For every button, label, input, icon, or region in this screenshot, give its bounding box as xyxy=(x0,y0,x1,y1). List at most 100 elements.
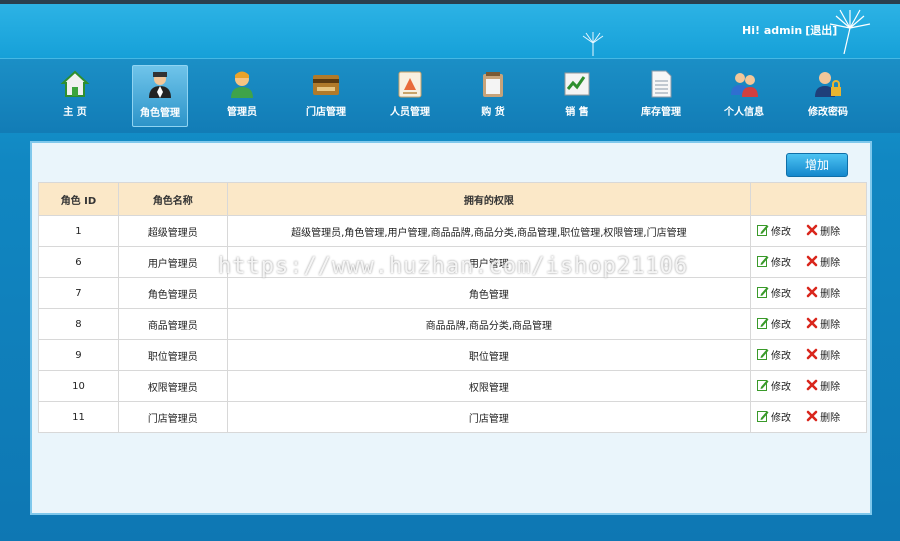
user-greeting: Hi! admin [退出] xyxy=(742,22,837,38)
delete-icon xyxy=(806,255,818,267)
nav-label: 角色管理 xyxy=(140,108,180,119)
delete-button[interactable]: 删除 xyxy=(806,223,840,238)
edit-label: 修改 xyxy=(770,412,791,424)
watermark-text: https://www.huzhan.com/ishop21106 xyxy=(218,254,689,279)
delete-icon xyxy=(806,379,818,391)
role-id: 8 xyxy=(75,318,82,330)
edit-button[interactable]: 修改 xyxy=(756,223,791,238)
store-icon xyxy=(313,75,339,95)
role-permissions-cell: 超级管理员,角色管理,用户管理,商品品牌,商品分类,商品管理,职位管理,权限管理… xyxy=(226,215,751,247)
edit-label: 修改 xyxy=(770,226,791,238)
edit-button[interactable]: 修改 xyxy=(756,254,791,269)
role-permissions: 角色管理 xyxy=(468,289,509,301)
table-row: 7 角色管理员 角色管理 修改 删除 xyxy=(38,277,868,309)
nav-label: 主 页 xyxy=(63,107,87,118)
delete-button[interactable]: 删除 xyxy=(806,254,840,269)
top-strip xyxy=(0,0,900,4)
table-row: 10 权限管理员 权限管理 修改 删除 xyxy=(38,370,868,402)
staff-icon xyxy=(398,71,422,98)
edit-button[interactable]: 修改 xyxy=(756,409,791,424)
role-name: 门店管理员 xyxy=(147,413,198,425)
edit-button[interactable]: 修改 xyxy=(756,285,791,300)
edit-icon xyxy=(756,349,769,361)
role-permissions: 权限管理 xyxy=(468,382,509,394)
row-actions: 修改 删除 xyxy=(749,370,868,402)
edit-icon xyxy=(756,318,769,330)
delete-label: 删除 xyxy=(820,288,841,300)
delete-button[interactable]: 删除 xyxy=(806,347,840,362)
nav-item-store[interactable]: 门店管理 xyxy=(299,65,353,125)
nav-label: 个人信息 xyxy=(724,107,764,118)
main-nav: 主 页 角色管理 管理员 门店管理 人员管理 购 货 销 售 库存管理 个人信息… xyxy=(0,58,900,133)
role-id: 11 xyxy=(72,411,85,423)
role-permissions: 职位管理 xyxy=(468,351,509,363)
table-row: 8 商品管理员 商品品牌,商品分类,商品管理 修改 删除 xyxy=(38,308,868,340)
nav-item-password[interactable]: 修改密码 xyxy=(801,65,855,125)
admin-icon xyxy=(231,71,253,98)
add-button[interactable]: 增加 xyxy=(786,153,848,177)
sales-icon xyxy=(564,72,590,96)
nav-label: 人员管理 xyxy=(390,107,430,118)
edit-label: 修改 xyxy=(770,257,791,269)
role-table: 角色 ID 角色名称 拥有的权限 1 超级管理员 超级管理员,角色管理,用户管理… xyxy=(38,182,868,433)
delete-button[interactable]: 删除 xyxy=(806,409,840,424)
delete-button[interactable]: 删除 xyxy=(806,285,840,300)
row-actions: 修改 删除 xyxy=(749,401,868,433)
row-actions: 修改 删除 xyxy=(749,339,868,371)
role-id-cell: 7 xyxy=(38,277,119,309)
nav-item-profile[interactable]: 个人信息 xyxy=(717,65,771,125)
role-name-cell: 门店管理员 xyxy=(117,401,228,433)
nav-label: 管理员 xyxy=(227,107,257,118)
row-actions: 修改 删除 xyxy=(749,277,868,309)
nav-item-sales[interactable]: 销 售 xyxy=(550,65,604,125)
role-name-cell: 超级管理员 xyxy=(117,215,228,247)
nav-item-staff[interactable]: 人员管理 xyxy=(383,65,437,125)
column-header-actions xyxy=(749,182,868,216)
edit-icon xyxy=(756,380,769,392)
nav-label: 修改密码 xyxy=(808,107,848,118)
edit-button[interactable]: 修改 xyxy=(756,316,791,331)
nav-item-home[interactable]: 主 页 xyxy=(48,65,102,125)
role-id: 7 xyxy=(75,287,82,299)
role-name: 角色管理员 xyxy=(147,289,198,301)
table-header-row: 角色 ID 角色名称 拥有的权限 xyxy=(38,182,868,216)
nav-item-purchase[interactable]: 购 货 xyxy=(466,65,520,125)
nav-label: 购 货 xyxy=(481,107,505,118)
edit-button[interactable]: 修改 xyxy=(756,378,791,393)
greeting-text: Hi! admin xyxy=(742,24,803,37)
edit-icon xyxy=(756,225,769,237)
row-actions: 修改 删除 xyxy=(749,308,868,340)
role-name: 用户管理员 xyxy=(147,258,198,270)
purchase-icon xyxy=(483,72,503,97)
nav-item-role[interactable]: 角色管理 xyxy=(132,65,188,127)
dandelion-decoration-icon xyxy=(582,32,604,56)
top-header: Hi! admin [退出] xyxy=(0,0,900,58)
role-name-cell: 权限管理员 xyxy=(117,370,228,402)
role-name-cell: 商品管理员 xyxy=(117,308,228,340)
delete-button[interactable]: 删除 xyxy=(806,316,840,331)
row-actions: 修改 删除 xyxy=(749,246,868,278)
role-id-cell: 9 xyxy=(38,339,119,371)
column-header-id: 角色 ID xyxy=(38,182,119,216)
delete-label: 删除 xyxy=(820,350,841,362)
role-id: 10 xyxy=(72,380,85,392)
nav-item-admin[interactable]: 管理员 xyxy=(215,65,269,125)
inventory-icon xyxy=(651,70,672,98)
role-id: 9 xyxy=(75,349,82,361)
nav-item-inventory[interactable]: 库存管理 xyxy=(634,65,688,125)
role-id: 6 xyxy=(75,256,82,268)
edit-label: 修改 xyxy=(770,381,791,393)
role-permissions: 商品品牌,商品分类,商品管理 xyxy=(425,320,553,332)
content-panel: 增加 角色 ID 角色名称 拥有的权限 1 超级管理员 超级管理员,角色管理,用… xyxy=(30,141,872,515)
role-name-cell: 角色管理员 xyxy=(117,277,228,309)
column-header-permissions: 拥有的权限 xyxy=(226,182,751,216)
role-name: 超级管理员 xyxy=(147,227,198,239)
delete-label: 删除 xyxy=(820,226,841,238)
role-id-cell: 1 xyxy=(38,215,119,247)
edit-label: 修改 xyxy=(770,288,791,300)
edit-button[interactable]: 修改 xyxy=(756,347,791,362)
role-permissions-cell: 权限管理 xyxy=(226,370,751,402)
delete-icon xyxy=(806,224,818,236)
delete-button[interactable]: 删除 xyxy=(806,378,840,393)
logout-link[interactable]: [退出] xyxy=(805,24,837,37)
